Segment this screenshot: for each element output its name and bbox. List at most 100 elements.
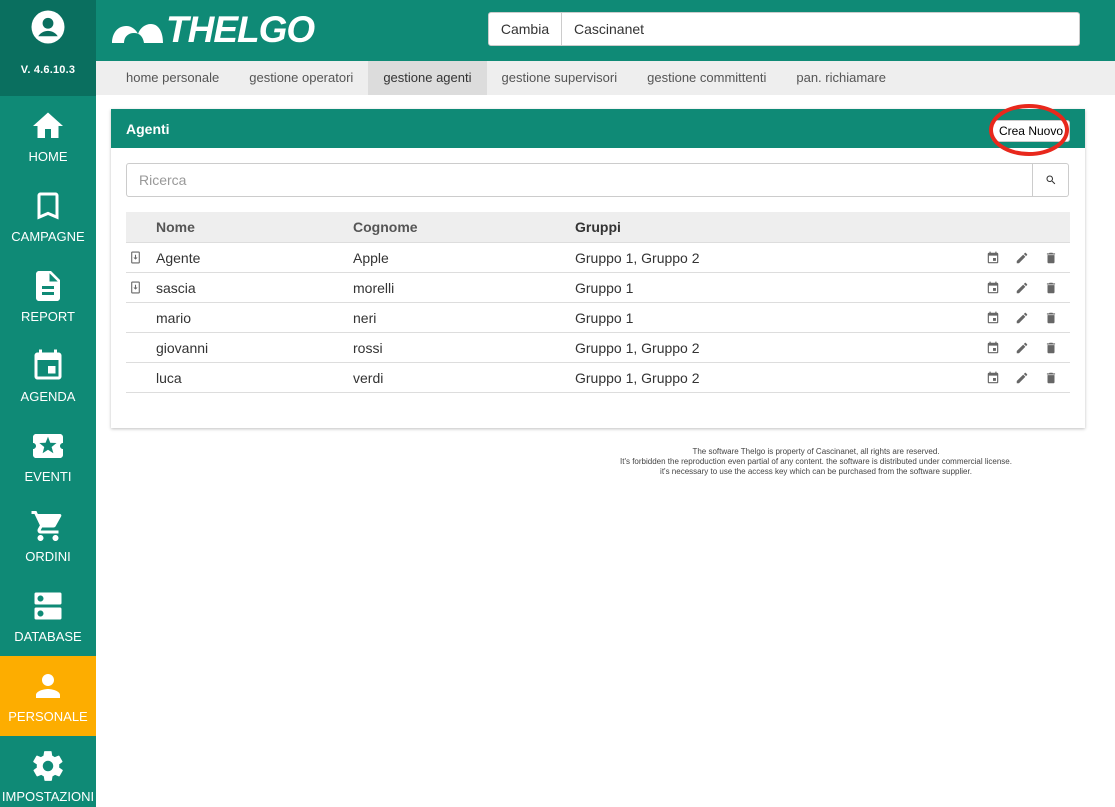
cell-nome: mario bbox=[156, 310, 192, 326]
table-header: Nome Cognome Gruppi bbox=[126, 212, 1070, 243]
panel-title: Agenti bbox=[126, 121, 170, 137]
tab-gestione-operatori[interactable]: gestione operatori bbox=[234, 61, 368, 95]
clouds-logo-icon bbox=[112, 24, 163, 43]
search-icon bbox=[1046, 175, 1055, 185]
gear-icon bbox=[33, 751, 63, 781]
calendar-icon[interactable] bbox=[986, 311, 1000, 325]
agents-panel: Agenti Crea Nuovo Nome Cognome Gruppi Ag… bbox=[111, 104, 1085, 428]
delete-icon[interactable] bbox=[1044, 311, 1058, 325]
nav-item-personale[interactable]: PERSONALE bbox=[0, 656, 96, 736]
cell-gruppi: Gruppo 1 bbox=[575, 280, 634, 296]
calendar-icon[interactable] bbox=[986, 281, 1000, 295]
panel-header: Agenti Crea Nuovo bbox=[111, 104, 1085, 156]
edit-icon[interactable] bbox=[1015, 371, 1029, 385]
device-download-icon bbox=[129, 243, 143, 274]
cell-cognome: morelli bbox=[353, 280, 395, 296]
nav-label: REPORT bbox=[21, 309, 75, 324]
nav-label: CAMPAGNE bbox=[11, 229, 85, 244]
edit-icon[interactable] bbox=[1015, 251, 1029, 265]
app-version: V. 4.6.10.3 bbox=[20, 64, 76, 76]
delete-icon[interactable] bbox=[1044, 341, 1058, 355]
tab-pan-richiamare[interactable]: pan. richiamare bbox=[781, 61, 901, 95]
table-row[interactable]: luca verdi Gruppo 1, Gruppo 2 bbox=[126, 363, 1070, 393]
cell-cognome: rossi bbox=[353, 340, 383, 356]
nav-item-agenda[interactable]: AGENDA bbox=[0, 336, 96, 416]
row-actions bbox=[986, 333, 1058, 363]
calendar-icon[interactable] bbox=[986, 371, 1000, 385]
edit-icon[interactable] bbox=[1015, 341, 1029, 355]
table-row[interactable]: mario neri Gruppo 1 bbox=[126, 303, 1070, 333]
edit-icon[interactable] bbox=[1015, 311, 1029, 325]
cart-icon bbox=[31, 511, 62, 541]
cell-nome: luca bbox=[156, 370, 182, 386]
switch-button[interactable]: Cambia bbox=[488, 12, 562, 46]
account-circle-icon[interactable] bbox=[30, 9, 66, 45]
nav-item-eventi[interactable]: EVENTI bbox=[0, 416, 96, 496]
top-header: THELGO Cambia bbox=[96, 0, 1115, 61]
tab-gestione-committenti[interactable]: gestione committenti bbox=[632, 61, 781, 95]
column-header-cognome[interactable]: Cognome bbox=[353, 212, 418, 243]
create-new-button[interactable]: Crea Nuovo bbox=[991, 120, 1070, 142]
cell-cognome: Apple bbox=[353, 250, 389, 266]
calendar-icon[interactable] bbox=[986, 341, 1000, 355]
tab-bar: home personale gestione operatori gestio… bbox=[96, 61, 1115, 95]
column-header-gruppi[interactable]: Gruppi bbox=[575, 212, 621, 243]
database-icon bbox=[34, 592, 62, 620]
cell-gruppi: Gruppo 1, Gruppo 2 bbox=[575, 370, 700, 386]
cell-cognome: neri bbox=[353, 310, 377, 326]
tab-gestione-agenti[interactable]: gestione agenti bbox=[368, 61, 487, 95]
delete-icon[interactable] bbox=[1044, 281, 1058, 295]
footer-line: The software Thelgo is property of Casci… bbox=[692, 447, 940, 456]
cell-gruppi: Gruppo 1 bbox=[575, 310, 634, 326]
agents-table: Nome Cognome Gruppi Agente Apple Gruppo 1,… bbox=[126, 212, 1070, 393]
nav-item-ordini[interactable]: ORDINI bbox=[0, 496, 96, 576]
table-row[interactable]: sascia morelli Gruppo 1 bbox=[126, 273, 1070, 303]
row-actions bbox=[986, 243, 1058, 273]
ticket-icon bbox=[33, 434, 63, 458]
calendar-icon[interactable] bbox=[986, 251, 1000, 265]
nav-item-campagne[interactable]: CAMPAGNE bbox=[0, 176, 96, 256]
cell-nome: giovanni bbox=[156, 340, 209, 356]
nav-label: ORDINI bbox=[25, 549, 71, 564]
nav-label: DATABASE bbox=[14, 629, 82, 644]
table-row[interactable]: Agente Apple Gruppo 1, Gruppo 2 bbox=[126, 243, 1070, 273]
calendar-icon bbox=[34, 349, 62, 380]
cell-cognome: verdi bbox=[353, 370, 384, 386]
cell-gruppi: Gruppo 1, Gruppo 2 bbox=[575, 250, 700, 266]
nav-label: PERSONALE bbox=[8, 709, 88, 724]
nav-label: IMPOSTAZIONI bbox=[1, 789, 95, 804]
search-bar bbox=[126, 163, 1069, 197]
bookmark-icon bbox=[37, 192, 59, 220]
cell-nome: Agente bbox=[156, 250, 201, 266]
document-icon bbox=[36, 271, 60, 301]
nav-item-home[interactable]: HOME bbox=[0, 96, 96, 176]
search-input[interactable] bbox=[126, 163, 1033, 197]
row-actions bbox=[986, 273, 1058, 303]
nav-item-report[interactable]: REPORT bbox=[0, 256, 96, 336]
table-body: Agente Apple Gruppo 1, Gruppo 2 sascia morel… bbox=[126, 243, 1070, 393]
column-header-nome[interactable]: Nome bbox=[156, 212, 195, 243]
footer-notice: The software Thelgo is property of Casci… bbox=[560, 447, 1072, 477]
tab-gestione-supervisori[interactable]: gestione supervisori bbox=[487, 61, 633, 95]
device-download-icon bbox=[129, 273, 143, 304]
nav-item-database[interactable]: DATABASE bbox=[0, 576, 96, 656]
nav-label: AGENDA bbox=[20, 389, 76, 404]
row-actions bbox=[986, 303, 1058, 333]
delete-icon[interactable] bbox=[1044, 371, 1058, 385]
account-field[interactable] bbox=[562, 12, 1080, 46]
table-row[interactable]: giovanni rossi Gruppo 1, Gruppo 2 bbox=[126, 333, 1070, 363]
app-name: THELGO bbox=[166, 9, 315, 50]
nav-item-impostazioni[interactable]: IMPOSTAZIONI bbox=[0, 736, 96, 807]
tab-home-personale[interactable]: home personale bbox=[111, 61, 234, 95]
nav-label: HOME bbox=[28, 149, 68, 164]
footer-line: it's necessary to use the access key whi… bbox=[660, 467, 972, 476]
delete-icon[interactable] bbox=[1044, 251, 1058, 265]
nav-label: EVENTI bbox=[24, 469, 72, 484]
search-button[interactable] bbox=[1033, 163, 1069, 197]
home-icon bbox=[33, 112, 63, 138]
edit-icon[interactable] bbox=[1015, 281, 1029, 295]
row-actions bbox=[986, 363, 1058, 393]
app-logo[interactable]: THELGO bbox=[110, 9, 315, 50]
cell-gruppi: Gruppo 1, Gruppo 2 bbox=[575, 340, 700, 356]
user-area: V. 4.6.10.3 bbox=[0, 0, 96, 96]
